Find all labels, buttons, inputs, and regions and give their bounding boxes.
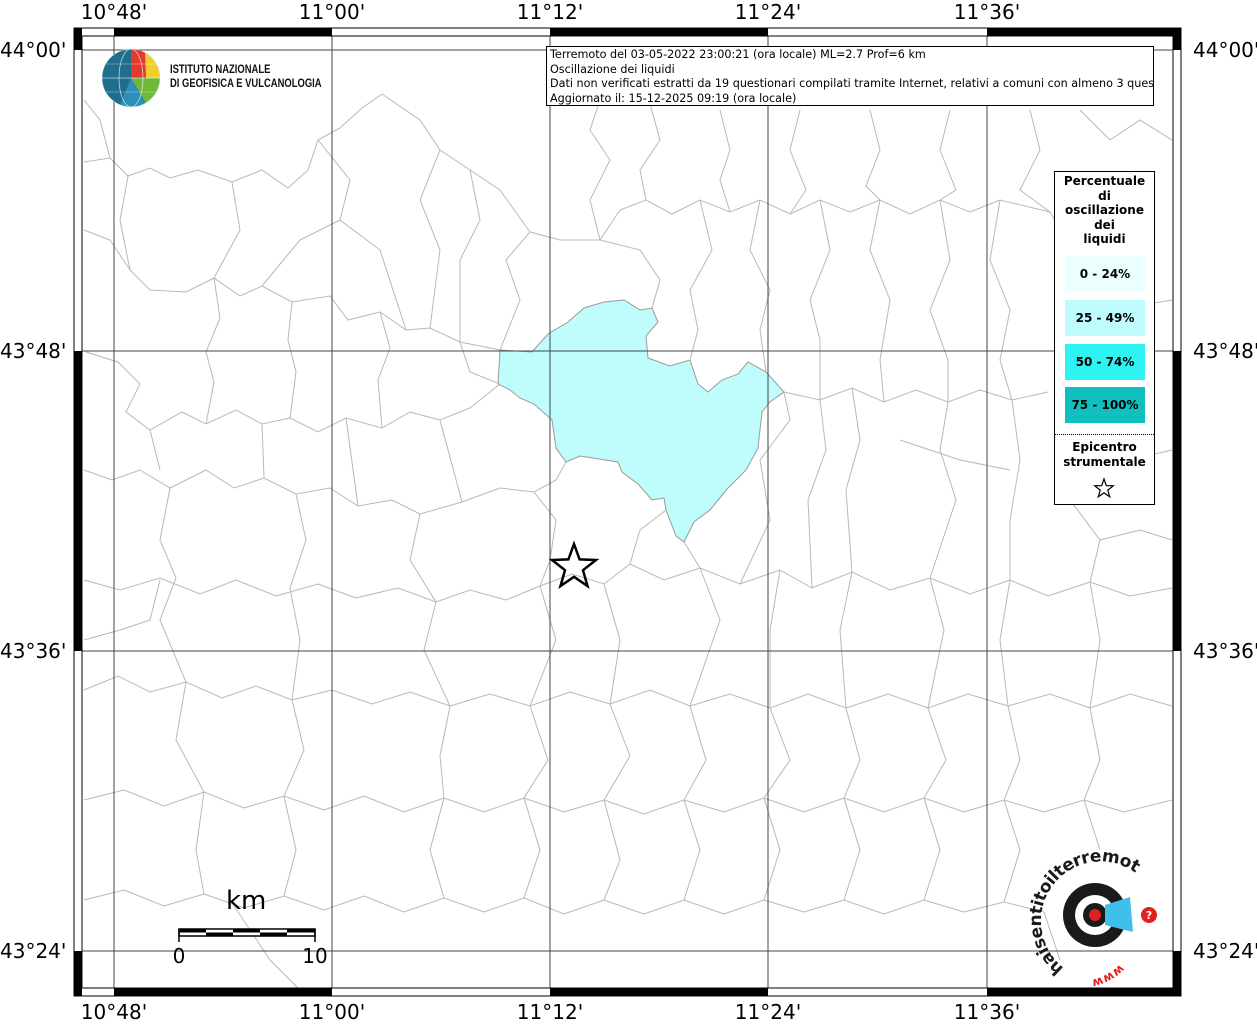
ingv-logo-text: ISTITUTO NAZIONALE DI GEOFISICA E VULCAN…	[170, 63, 322, 91]
svg-text:haisentitoilterremoto.it: haisentitoilterremoto.it	[0, 0, 1143, 979]
svg-text:?: ?	[1146, 909, 1152, 922]
scale-start-label: 0	[172, 944, 186, 968]
lat-label-right: 44°00'	[1193, 38, 1257, 62]
lat-label-left: 43°48'	[0, 339, 67, 363]
ingv-globe-icon	[101, 48, 161, 108]
hsit-logo-icon: ? haisentitoilterremoto.it www.	[0, 0, 1157, 991]
legend-separator	[1055, 434, 1154, 435]
scale-bar	[178, 928, 316, 942]
event-subtitle: Oscillazione dei liquidi	[550, 62, 675, 76]
legend-class-1: 25 - 49%	[1065, 300, 1145, 336]
legend-title: Percentuale di oscillazione dei liquidi	[1063, 174, 1146, 246]
lon-label-bottom: 11°00'	[298, 1000, 366, 1024]
lat-label-right: 43°36'	[1193, 639, 1257, 663]
event-title: Terremoto del 03-05-2022 23:00:21 (ora l…	[550, 48, 926, 61]
map-canvas[interactable]: ? haisentitoilterremoto.it www.	[0, 0, 1257, 1024]
lon-label-top: 11°36'	[953, 0, 1021, 24]
legend-class-0: 0 - 24%	[1065, 256, 1145, 292]
legend-class-2: 50 - 74%	[1065, 344, 1145, 380]
legend-epicenter-label: Epicentro strumentale	[1063, 440, 1146, 469]
lon-label-bottom: 11°12'	[516, 1000, 584, 1024]
lon-label-top: 11°24'	[734, 0, 802, 24]
lat-label-right: 43°48'	[1193, 339, 1257, 363]
lon-label-top: 11°00'	[298, 0, 366, 24]
svg-text:www.: www.	[0, 0, 1127, 991]
map-frame	[73, 27, 1182, 997]
scale-end-label: 10	[302, 944, 328, 968]
event-updated: Aggiornato il: 15-12-2025 09:19 (ora loc…	[550, 91, 797, 105]
lon-label-bottom: 10°48'	[80, 1000, 148, 1024]
lon-label-top: 10°48'	[80, 0, 148, 24]
ingv-line2: DI GEOFISICA E VULCANOLOGIA	[170, 78, 322, 90]
hsit-logo-text: haisentitoilterremoto.it	[0, 0, 1144, 979]
ingv-line1: ISTITUTO NAZIONALE	[170, 64, 271, 76]
lon-label-bottom: 11°24'	[734, 1000, 802, 1024]
legend-star-icon	[1093, 477, 1115, 499]
legend-class-3: 75 - 100%	[1065, 387, 1145, 423]
lat-label-left: 43°36'	[0, 639, 67, 663]
graticule	[82, 36, 1173, 988]
lon-label-top: 11°12'	[516, 0, 584, 24]
lon-label-bottom: 11°36'	[953, 1000, 1021, 1024]
lat-label-left: 43°24'	[0, 939, 67, 963]
felt-area-polygon[interactable]	[497, 299, 785, 543]
lat-label-left: 44°00'	[0, 38, 67, 62]
event-info-box: Terremoto del 03-05-2022 23:00:21 (ora l…	[546, 46, 1154, 106]
hsit-url-text: www.	[0, 0, 1127, 991]
scale-unit-label: km	[226, 886, 267, 916]
legend: Percentuale di oscillazione dei liquidi …	[1054, 171, 1155, 505]
event-data-note: Dati non verificati estratti da 19 quest…	[550, 77, 1154, 90]
lat-label-right: 43°24'	[1193, 939, 1257, 963]
comuni-boundaries	[83, 93, 1173, 991]
